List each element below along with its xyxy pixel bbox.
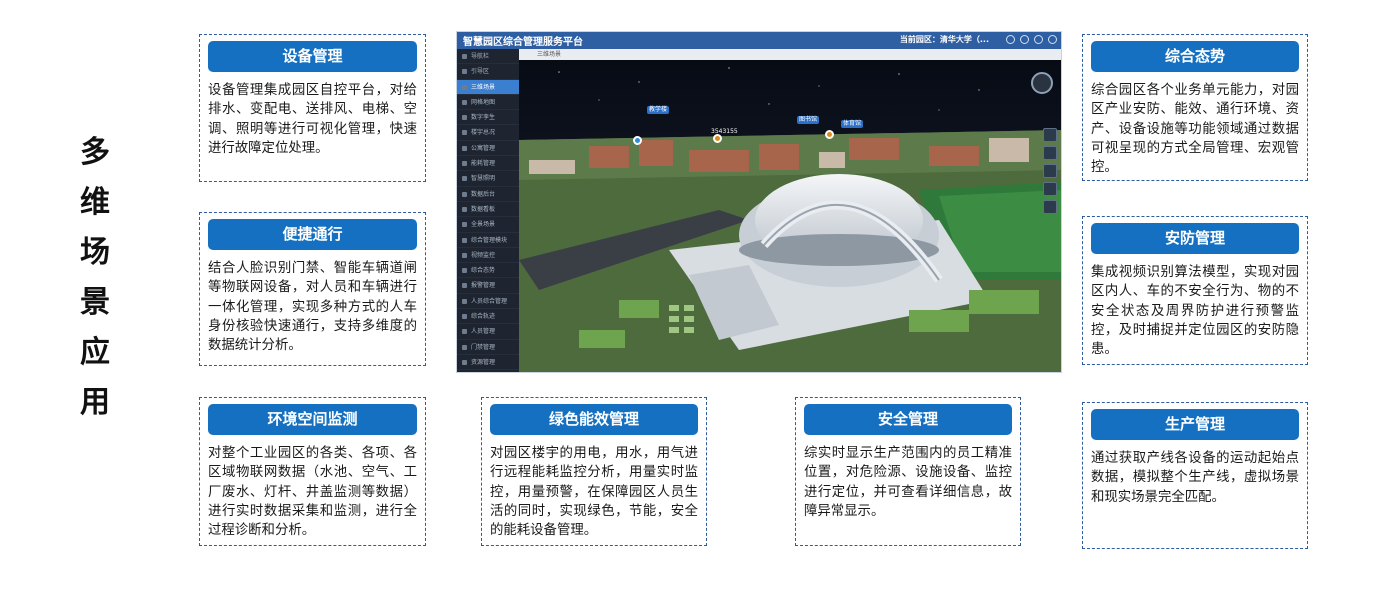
layer-icon[interactable] [1043,146,1057,160]
card-security: 安防管理 集成视频识别算法模型，实现对园区内人、车的不安全行为、物的不安全状态及… [1082,216,1308,365]
side-title-char: 景 [80,285,110,320]
scene-tag-1[interactable]: 图书馆 [797,116,820,124]
current-park: 当前园区：清华大学（... [899,35,989,44]
sidebar-menu-item[interactable]: 资源管理 [457,355,519,371]
platform-topbar: 智慧园区综合管理服务平台 当前园区：清华大学（... [457,32,1061,49]
scene-marker-3[interactable] [825,130,834,139]
bell-icon [1006,35,1015,44]
card-safety-body: 综实时显示生产范围内的员工精准位置，对危险源、设施设备、监控进行定位，并可查看详… [804,446,1012,519]
platform-sidebar: 导航栏 引导区 三维场景 网格地图 数字孪生 楼宇总况 公寓管理 能耗管理 智慧照明 数据后台 数据… [457,49,519,372]
side-title-char: 应 [80,335,110,370]
measure-icon[interactable] [1043,164,1057,178]
side-title-char: 用 [80,385,110,420]
card-device: 设备管理 设备管理集成园区自控平台，对给排水、变配电、送排风、电梯、空调、照明等… [199,34,426,182]
side-title: 多维场景应用 [72,128,118,428]
scene-tag-2[interactable]: 体育馆 [841,120,864,128]
card-safety-title: 安全管理 [804,404,1012,435]
sidebar-menu-item[interactable]: 三维场景 [457,79,519,95]
card-env: 环境空间监测 对整个工业园区的各类、各项、各区域物联网数据（水池、空气、工厂废水… [199,397,426,546]
side-title-char: 维 [80,185,110,220]
card-overview-title: 综合态势 [1091,41,1299,72]
sidebar-menu-item[interactable]: 公寓管理 [457,141,519,157]
sidebar-menu-item[interactable]: 视频监控 [457,248,519,264]
side-title-char: 多 [80,135,110,170]
compass-icon[interactable] [1031,72,1053,94]
card-traffic-title: 便捷通行 [208,219,417,250]
fullscreen-icon[interactable] [1043,200,1057,214]
card-security-title: 安防管理 [1091,223,1299,254]
card-overview: 综合态势 综合园区各个业务单元能力，对园区产业安防、能效、通行环境、资产、设备设… [1082,34,1308,181]
card-production-title: 生产管理 [1091,409,1299,440]
card-traffic: 便捷通行 结合人脸识别门禁、智能车辆道闸等物联网设备，对人员和车辆进行一体化管理… [199,212,426,366]
zoom-icon[interactable] [1043,128,1057,142]
sidebar-menu-item[interactable]: 导航栏 [457,49,519,65]
card-safety: 安全管理 综实时显示生产范围内的员工精准位置，对危险源、设施设备、监控进行定位，… [795,397,1021,546]
topbar-icons [1006,35,1057,44]
card-env-title: 环境空间监测 [208,404,417,435]
platform-screenshot: 智慧园区综合管理服务平台 当前园区：清华大学（... 导航栏 引导区 三维场景 网格地… [456,31,1062,373]
side-title-char: 场 [80,235,110,270]
sidebar-menu-item[interactable]: 综合轨迹 [457,309,519,325]
campus-3d-scene [519,60,1061,372]
sidebar-menu-item[interactable]: 门禁管理 [457,340,519,355]
card-production: 生产管理 通过获取产线各设备的运动起始点数据，模拟整个生产线，虚拟场景和现实场景… [1082,402,1308,549]
card-energy: 绿色能效管理 对园区楼宇的用电，用水，用气进行远程能耗监控分析，用量实时监控，用… [481,397,707,546]
sidebar-menu-item[interactable]: 楼宇总况 [457,125,519,141]
scene-tag-3[interactable]: 教学楼 [647,106,670,114]
platform-title: 智慧园区综合管理服务平台 [463,37,583,48]
sidebar-menu-item[interactable]: 综合态势 [457,263,519,279]
card-security-body: 集成视频识别算法模型，实现对园区内人、车的不安全行为、物的不安全状态及周界防护进… [1091,265,1299,358]
avatar-icon [1034,35,1043,44]
sidebar-menu-item[interactable]: 报警管理 [457,278,519,294]
settings-icon [1020,35,1029,44]
more-icon [1048,35,1057,44]
sidebar-menu-item[interactable]: 全景场景 [457,217,519,233]
card-device-title: 设备管理 [208,41,417,72]
scene-toolbar [1043,128,1057,214]
sidebar-menu-item[interactable]: 人员综合管理 [457,294,519,310]
card-overview-body: 综合园区各个业务单元能力，对园区产业安防、能效、通行环境、资产、设备设施等功能领… [1091,83,1299,176]
sidebar-menu-item[interactable]: 智慧照明 [457,171,519,187]
card-energy-title: 绿色能效管理 [490,404,698,435]
scene-number-tag: 3543155 [711,128,738,135]
card-production-body: 通过获取产线各设备的运动起始点数据，模拟整个生产线，虚拟场景和现实场景完全匹配。 [1091,451,1299,505]
scene-marker-1[interactable] [633,136,642,145]
sidebar-menu-item[interactable]: 数据看板 [457,202,519,218]
sidebar-menu-item[interactable]: 网格地图 [457,95,519,111]
sidebar-menu-item[interactable]: 数字孪生 [457,110,519,126]
card-energy-body: 对园区楼宇的用电，用水，用气进行远程能耗监控分析，用量实时监控，用量预警，在保障… [490,446,698,539]
sidebar-menu-item[interactable]: 综合管理模块 [457,233,519,248]
platform-breadcrumb: 三维场景 [519,49,1061,60]
sidebar-menu-item[interactable]: 车辆管理 [457,370,519,372]
sidebar-menu-item[interactable]: 数据后台 [457,187,519,202]
sidebar-menu-item[interactable]: 能耗管理 [457,156,519,172]
sidebar-menu-item[interactable]: 引导区 [457,64,519,80]
sidebar-menu-item[interactable]: 人员管理 [457,324,519,340]
card-env-body: 对整个工业园区的各类、各项、各区域物联网数据（水池、空气、工厂废水、灯杆、井盖监… [208,446,417,539]
card-traffic-body: 结合人脸识别门禁、智能车辆道闸等物联网设备，对人员和车辆进行一体化管理，实现多种… [208,261,417,354]
reset-view-icon[interactable] [1043,182,1057,196]
card-device-body: 设备管理集成园区自控平台，对给排水、变配电、送排风、电梯、空调、照明等进行可视化… [208,83,417,156]
